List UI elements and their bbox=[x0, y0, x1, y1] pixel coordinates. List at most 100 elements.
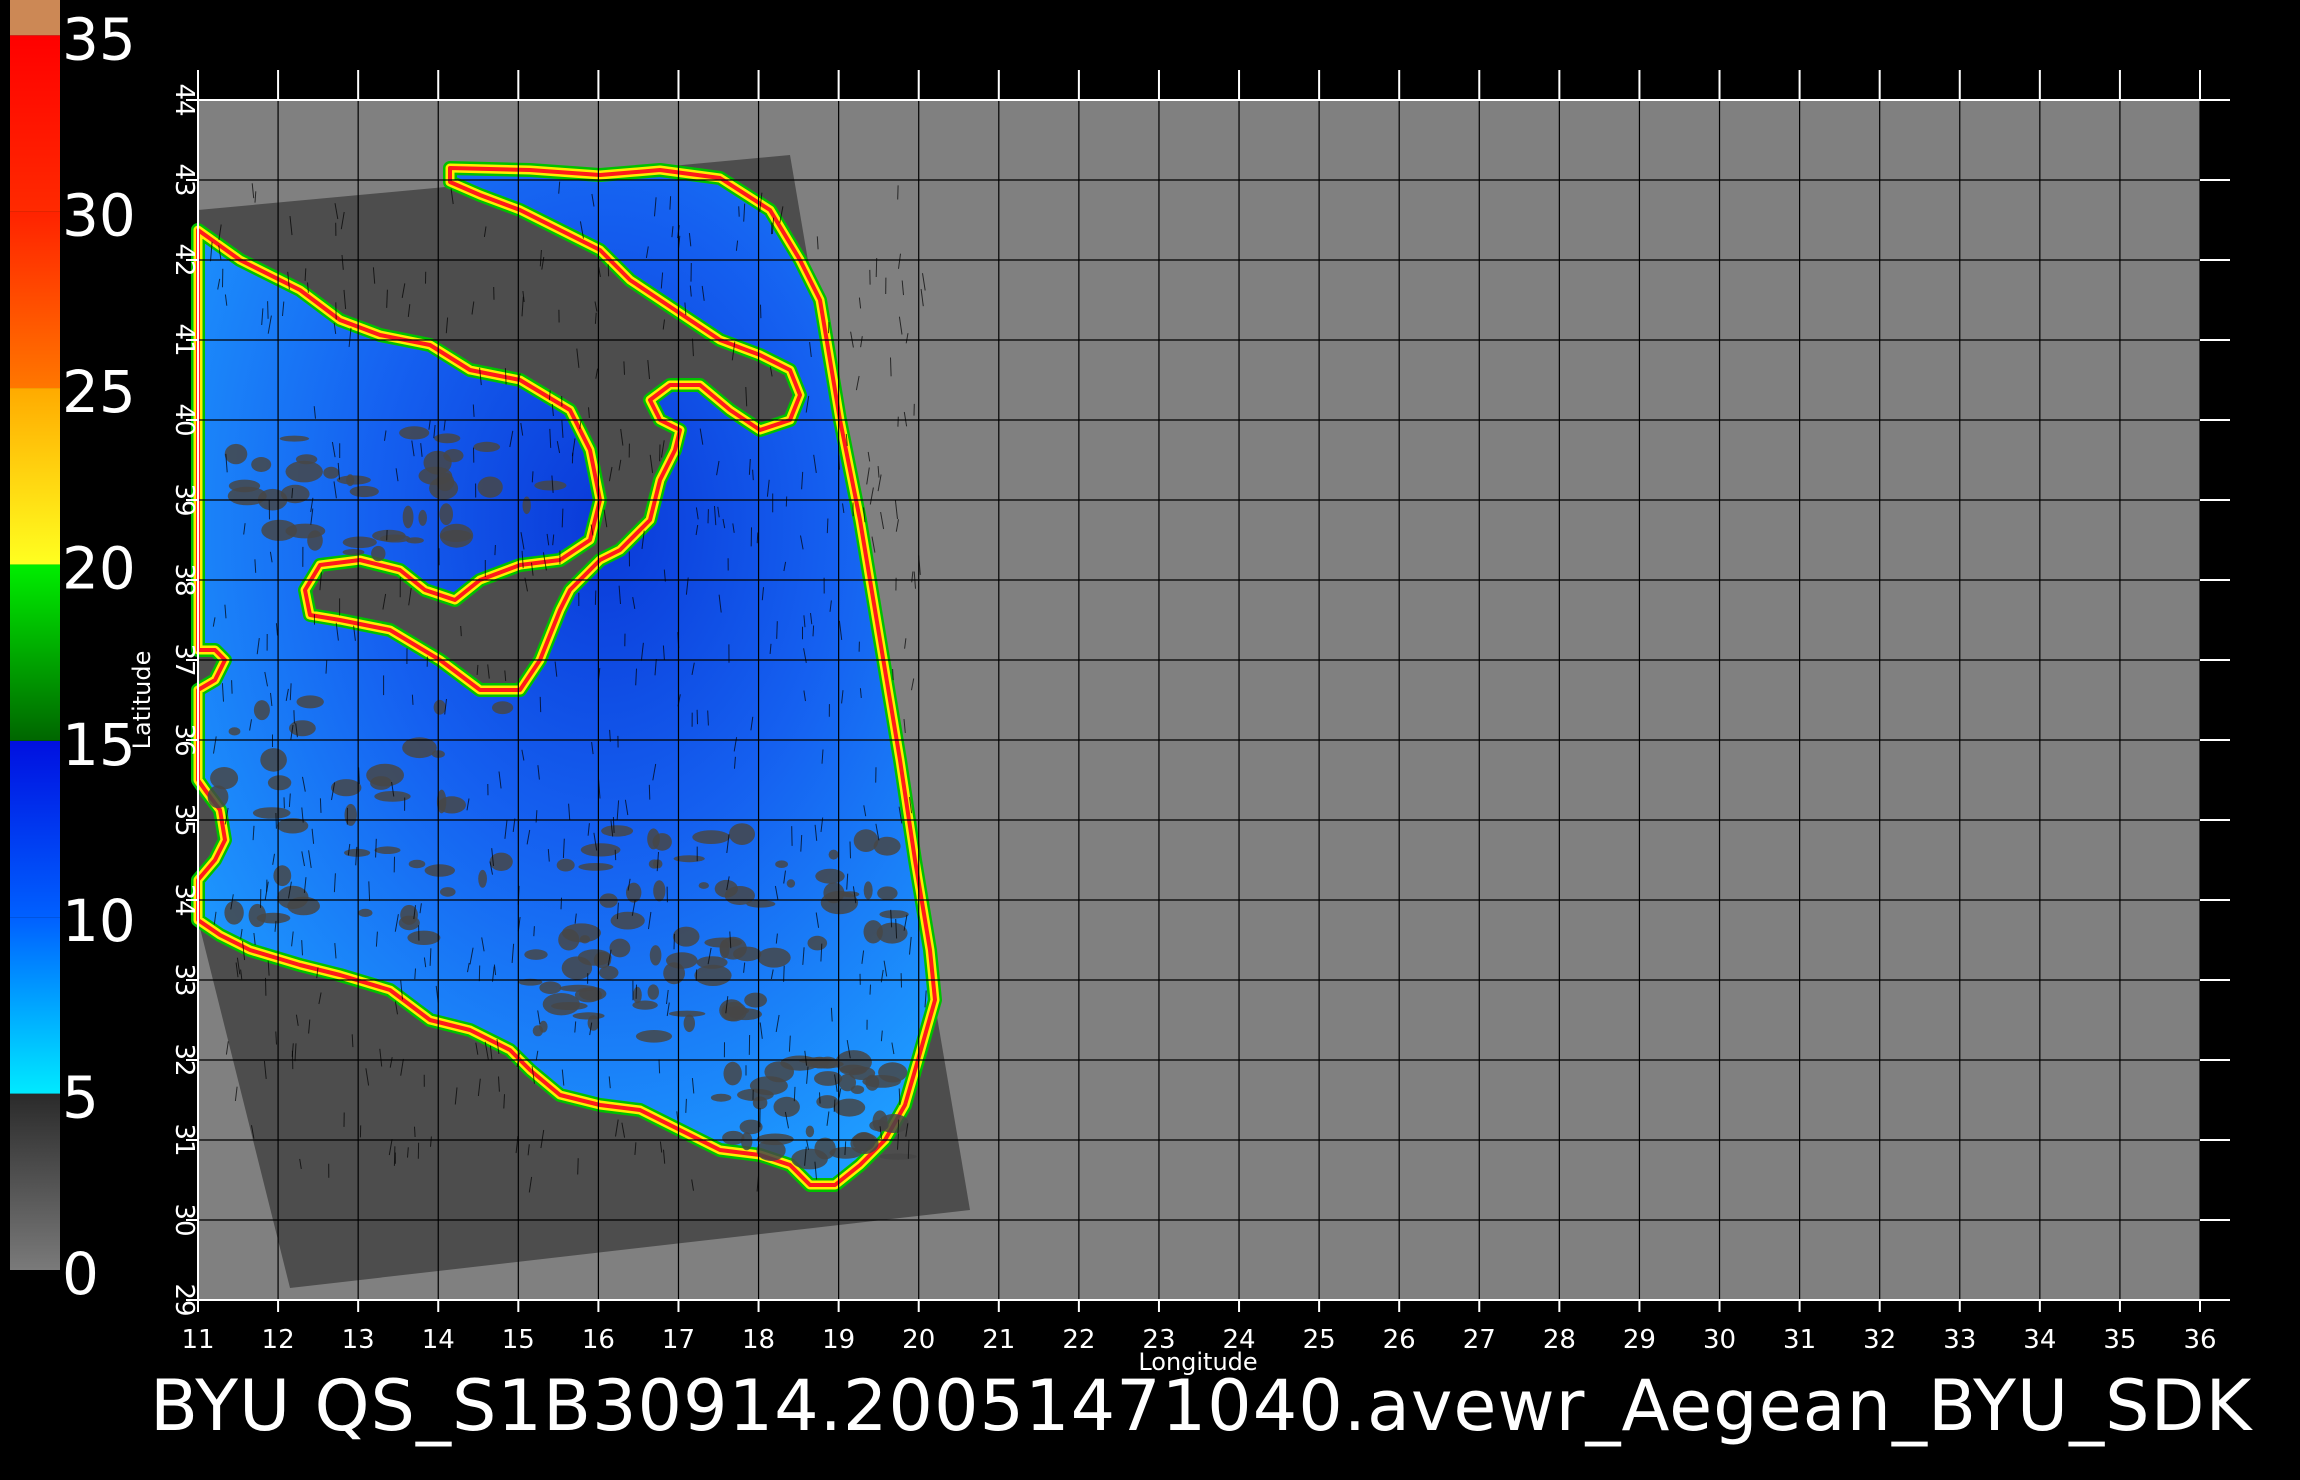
y-tick-label: 31 bbox=[169, 1123, 199, 1156]
colorbar-tick-label: 20 bbox=[62, 534, 136, 602]
y-tick-label: 43 bbox=[169, 163, 199, 196]
x-tick-label: 33 bbox=[1943, 1325, 1976, 1355]
low-wind-patch bbox=[683, 1014, 695, 1033]
low-wind-patch bbox=[539, 1020, 548, 1033]
low-wind-patch bbox=[406, 537, 424, 544]
low-wind-patch bbox=[296, 695, 324, 709]
wind-vector bbox=[849, 841, 851, 859]
wind-vector bbox=[375, 838, 377, 858]
x-tick-label: 28 bbox=[1543, 1325, 1576, 1355]
low-wind-patch bbox=[791, 1148, 828, 1170]
wind-vector bbox=[756, 532, 759, 544]
x-tick-label: 13 bbox=[342, 1325, 375, 1355]
y-axis-title: Latitude bbox=[128, 651, 156, 750]
x-tick-label: 15 bbox=[502, 1325, 535, 1355]
low-wind-patch bbox=[692, 830, 730, 844]
low-wind-patch bbox=[307, 530, 323, 551]
low-wind-patch bbox=[649, 945, 662, 966]
colorbar-tick-label: 35 bbox=[62, 5, 136, 73]
low-wind-patch bbox=[418, 509, 428, 526]
x-tick-label: 12 bbox=[262, 1325, 295, 1355]
x-tick-label: 30 bbox=[1703, 1325, 1736, 1355]
low-wind-patch bbox=[666, 952, 698, 969]
colorbar-segment bbox=[10, 35, 60, 212]
wind-vector bbox=[304, 268, 307, 281]
colorbar-tick-label: 15 bbox=[62, 711, 136, 779]
low-wind-patch bbox=[251, 457, 272, 472]
low-wind-patch bbox=[744, 992, 767, 1008]
low-wind-patch bbox=[764, 1061, 794, 1083]
low-wind-patch bbox=[878, 1062, 908, 1083]
low-wind-patch bbox=[815, 868, 845, 884]
low-wind-patch bbox=[252, 807, 291, 819]
low-wind-patch bbox=[374, 846, 401, 854]
x-tick-label: 21 bbox=[982, 1325, 1015, 1355]
low-wind-patch bbox=[331, 779, 362, 797]
colorbar-tick-label: 0 bbox=[62, 1240, 99, 1308]
low-wind-patch bbox=[227, 486, 267, 506]
wind-vector bbox=[275, 812, 277, 829]
low-wind-patch bbox=[443, 449, 464, 463]
x-tick-label: 16 bbox=[582, 1325, 615, 1355]
wind-vector bbox=[819, 1092, 821, 1104]
low-wind-patch bbox=[556, 858, 575, 872]
low-wind-patch bbox=[593, 951, 612, 969]
wind-vector bbox=[319, 798, 322, 813]
figure-caption: BYU QS_S1B30914.20051471040.avewr_Aegean… bbox=[150, 1365, 2253, 1447]
wind-vector bbox=[707, 710, 709, 726]
low-wind-patch bbox=[323, 466, 340, 479]
wind-vector bbox=[533, 926, 535, 937]
low-wind-patch bbox=[551, 1002, 588, 1010]
x-tick-label: 25 bbox=[1303, 1325, 1336, 1355]
low-wind-patch bbox=[267, 775, 292, 791]
low-wind-patch bbox=[256, 912, 291, 924]
x-tick-label: 35 bbox=[2103, 1325, 2136, 1355]
low-wind-patch bbox=[746, 900, 776, 908]
y-tick-label: 39 bbox=[169, 483, 199, 516]
low-wind-patch bbox=[477, 476, 503, 498]
x-tick-label: 14 bbox=[422, 1325, 455, 1355]
y-tick-label: 32 bbox=[169, 1043, 199, 1076]
low-wind-patch bbox=[863, 920, 883, 944]
low-wind-patch bbox=[344, 803, 357, 826]
low-wind-patch bbox=[228, 727, 241, 736]
wind-vector bbox=[658, 1059, 661, 1074]
colorbar-tick-label: 30 bbox=[62, 182, 136, 250]
low-wind-patch bbox=[729, 823, 755, 845]
wind-vector bbox=[504, 368, 507, 385]
low-wind-patch bbox=[407, 930, 441, 945]
low-wind-patch bbox=[580, 843, 621, 857]
low-wind-patch bbox=[371, 545, 386, 562]
wind-vector bbox=[386, 289, 388, 308]
low-wind-patch bbox=[714, 879, 738, 898]
low-wind-patch bbox=[399, 426, 430, 440]
colorbar-segment bbox=[10, 0, 60, 36]
low-wind-patch bbox=[402, 505, 414, 529]
low-wind-patch bbox=[346, 474, 355, 487]
low-wind-patch bbox=[805, 1125, 815, 1138]
low-wind-patch bbox=[672, 926, 700, 947]
wind-vector bbox=[907, 1139, 910, 1159]
low-wind-patch bbox=[850, 1132, 879, 1154]
low-wind-patch bbox=[273, 865, 292, 887]
low-wind-patch bbox=[786, 879, 796, 888]
wind-vector bbox=[539, 696, 542, 713]
y-tick-label: 38 bbox=[169, 563, 199, 596]
colorbar-segment bbox=[10, 388, 60, 565]
x-tick-label: 34 bbox=[2023, 1325, 2056, 1355]
low-wind-patch bbox=[279, 435, 310, 442]
low-wind-patch bbox=[810, 1056, 829, 1069]
x-tick-label: 32 bbox=[1863, 1325, 1896, 1355]
low-wind-patch bbox=[439, 503, 454, 526]
wind-vector bbox=[833, 1099, 836, 1112]
low-wind-patch bbox=[835, 1050, 872, 1075]
low-wind-patch bbox=[647, 828, 660, 850]
colorbar-segment bbox=[10, 740, 60, 918]
y-tick-label: 37 bbox=[169, 643, 199, 676]
low-wind-patch bbox=[349, 485, 379, 498]
colorbar-tick-label: 5 bbox=[62, 1064, 99, 1132]
low-wind-patch bbox=[601, 825, 634, 837]
x-tick-label: 18 bbox=[742, 1325, 775, 1355]
low-wind-patch bbox=[839, 1073, 856, 1092]
wind-vector bbox=[414, 1126, 416, 1138]
